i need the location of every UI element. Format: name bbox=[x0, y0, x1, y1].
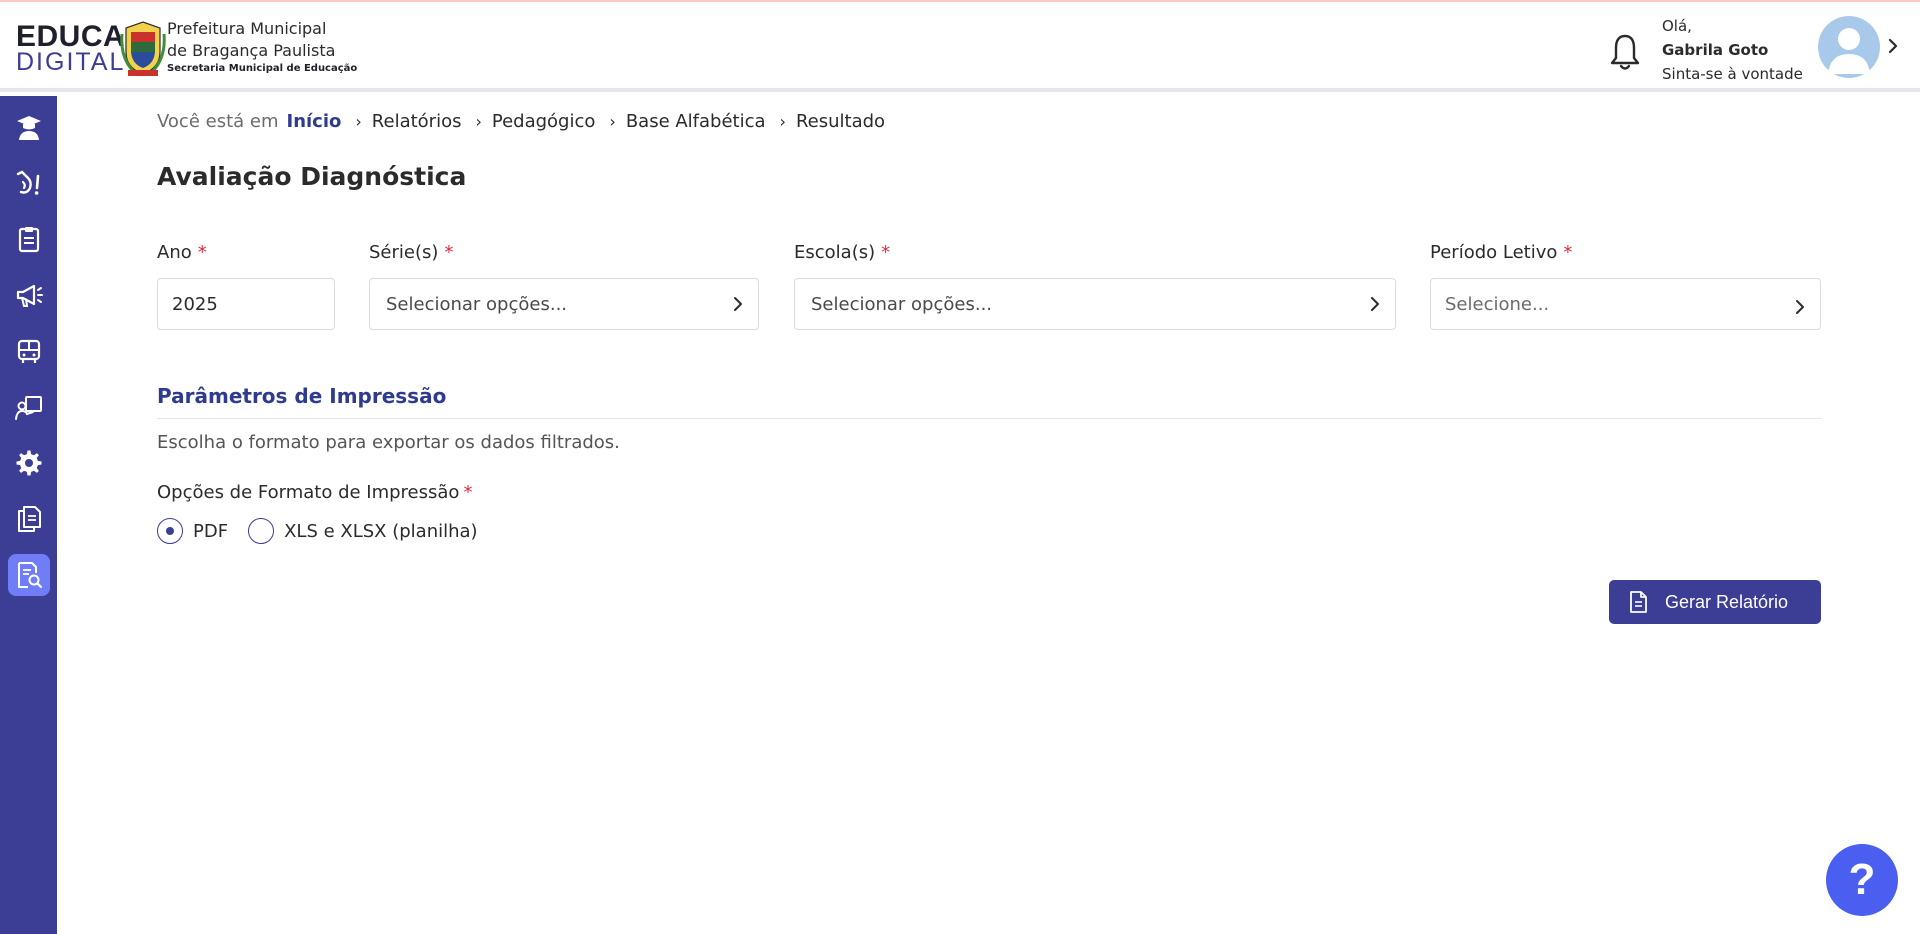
app-header: EDUCA DIGITAL Prefeitura Municipal de Br… bbox=[0, 2, 1920, 92]
radio-xls-label[interactable]: XLS e XLSX (planilha) bbox=[284, 521, 478, 542]
breadcrumb-item-pedagogico[interactable]: Pedagógico bbox=[492, 111, 596, 132]
required-marker: * bbox=[197, 242, 207, 263]
gear-icon bbox=[16, 450, 42, 476]
required-marker: * bbox=[444, 242, 454, 263]
sidebar-item-alert[interactable] bbox=[8, 162, 50, 204]
ano-label: Ano * bbox=[157, 242, 207, 263]
document-icon bbox=[1630, 591, 1647, 613]
page-title: Avaliação Diagnóstica bbox=[157, 162, 467, 191]
megaphone-icon bbox=[16, 284, 43, 307]
radio-pdf-label[interactable]: PDF bbox=[193, 521, 228, 542]
print-options-label-text: Opções de Formato de Impressão bbox=[157, 482, 460, 503]
municipal-crest-icon bbox=[120, 21, 166, 76]
user-silhouette-icon bbox=[1828, 28, 1870, 74]
print-options-label: Opções de Formato de Impressão * bbox=[157, 482, 472, 503]
breadcrumb-chevron-icon: › bbox=[355, 111, 362, 131]
breadcrumb-item-resultado: Resultado bbox=[795, 110, 886, 132]
escolas-placeholder: Selecionar opções... bbox=[811, 293, 993, 315]
breadcrumb: Você está em Início › Relatórios › Pedag… bbox=[157, 108, 885, 134]
radio-selected-dot bbox=[166, 527, 174, 535]
greeting-text: Olá, bbox=[1662, 17, 1692, 35]
user-greeting: Olá, Gabrila Goto Sinta-se à vontade bbox=[1662, 14, 1803, 86]
breadcrumb-item-relatorios[interactable]: Relatórios bbox=[372, 111, 462, 132]
secretaria-name: Secretaria Municipal de Educação bbox=[167, 63, 358, 74]
help-button[interactable]: ? bbox=[1826, 844, 1898, 916]
breadcrumb-chevron-icon: › bbox=[609, 111, 616, 131]
sidebar-item-clipboard[interactable] bbox=[8, 218, 50, 260]
user-menu-chevron-icon[interactable] bbox=[1886, 36, 1900, 56]
radio-xls[interactable] bbox=[248, 518, 275, 544]
print-section-description: Escolha o formato para exportar os dados… bbox=[157, 432, 620, 453]
educa-digital-logo[interactable]: EDUCA DIGITAL bbox=[16, 22, 125, 75]
ano-value: 2025 bbox=[172, 293, 218, 315]
teacher-board-icon bbox=[15, 396, 42, 420]
chevron-right-icon bbox=[734, 297, 742, 311]
logo-line-2: DIGITAL bbox=[16, 48, 126, 76]
required-marker: * bbox=[881, 242, 891, 263]
notification-bell-icon[interactable] bbox=[1608, 32, 1642, 72]
sidebar bbox=[0, 96, 57, 934]
generate-report-button[interactable]: Gerar Relatório bbox=[1609, 580, 1821, 624]
series-label: Série(s) * bbox=[369, 242, 453, 263]
ano-label-text: Ano bbox=[157, 242, 192, 263]
series-select[interactable]: Selecionar opções... bbox=[369, 278, 759, 330]
generate-report-label: Gerar Relatório bbox=[1665, 591, 1789, 612]
breadcrumb-chevron-icon: › bbox=[779, 111, 786, 131]
print-format-radio-group: PDF XLS e XLSX (planilha) bbox=[157, 518, 498, 544]
print-section-title: Parâmetros de Impressão bbox=[157, 384, 447, 408]
escolas-label-text: Escola(s) bbox=[794, 242, 876, 263]
sidebar-item-settings[interactable] bbox=[8, 442, 50, 484]
help-question-icon: ? bbox=[1848, 855, 1876, 904]
required-marker: * bbox=[1563, 242, 1573, 263]
series-label-text: Série(s) bbox=[369, 242, 439, 263]
clipboard-icon bbox=[18, 227, 40, 253]
radio-pdf[interactable] bbox=[157, 518, 183, 544]
documents-icon bbox=[18, 506, 41, 532]
report-search-icon bbox=[18, 562, 43, 589]
sidebar-item-transport[interactable] bbox=[8, 330, 50, 372]
sidebar-item-reports[interactable] bbox=[8, 554, 50, 596]
required-marker: * bbox=[463, 482, 473, 503]
breadcrumb-item-base-alfabetica[interactable]: Base Alfabética bbox=[626, 111, 766, 132]
prefeitura-name: Prefeitura Municipal de Bragança Paulist… bbox=[167, 18, 357, 76]
section-divider bbox=[157, 418, 1821, 419]
prefeitura-line-2: de Bragança Paulista bbox=[167, 41, 336, 60]
user-avatar[interactable] bbox=[1818, 16, 1880, 78]
sidebar-item-announcements[interactable] bbox=[8, 274, 50, 316]
chevron-right-icon bbox=[1371, 297, 1379, 311]
periodo-label-text: Período Letivo bbox=[1430, 242, 1558, 263]
sidebar-item-graduate[interactable] bbox=[8, 106, 50, 148]
prefeitura-line-1: Prefeitura Municipal bbox=[167, 19, 327, 38]
chevron-right-icon bbox=[1796, 300, 1804, 314]
graduate-icon bbox=[17, 116, 41, 140]
escolas-select[interactable]: Selecionar opções... bbox=[794, 278, 1396, 330]
breadcrumb-home-link[interactable]: Início bbox=[287, 111, 342, 132]
breadcrumb-chevron-icon: › bbox=[475, 111, 482, 131]
bus-icon bbox=[17, 339, 41, 363]
periodo-label: Período Letivo * bbox=[1430, 242, 1572, 263]
periodo-placeholder: Selecione... bbox=[1445, 293, 1550, 315]
sidebar-item-documents[interactable] bbox=[8, 498, 50, 540]
ano-input[interactable]: 2025 bbox=[157, 278, 335, 330]
breadcrumb-prefix: Você está em bbox=[157, 110, 279, 132]
user-name: Gabrila Goto bbox=[1662, 41, 1769, 59]
escolas-label: Escola(s) * bbox=[794, 242, 890, 263]
series-placeholder: Selecionar opções... bbox=[386, 293, 568, 315]
user-subtitle: Sinta-se à vontade bbox=[1662, 65, 1803, 83]
hand-alert-icon bbox=[16, 170, 40, 195]
sidebar-item-teacher[interactable] bbox=[8, 386, 50, 428]
periodo-select[interactable]: Selecione... bbox=[1430, 278, 1821, 330]
